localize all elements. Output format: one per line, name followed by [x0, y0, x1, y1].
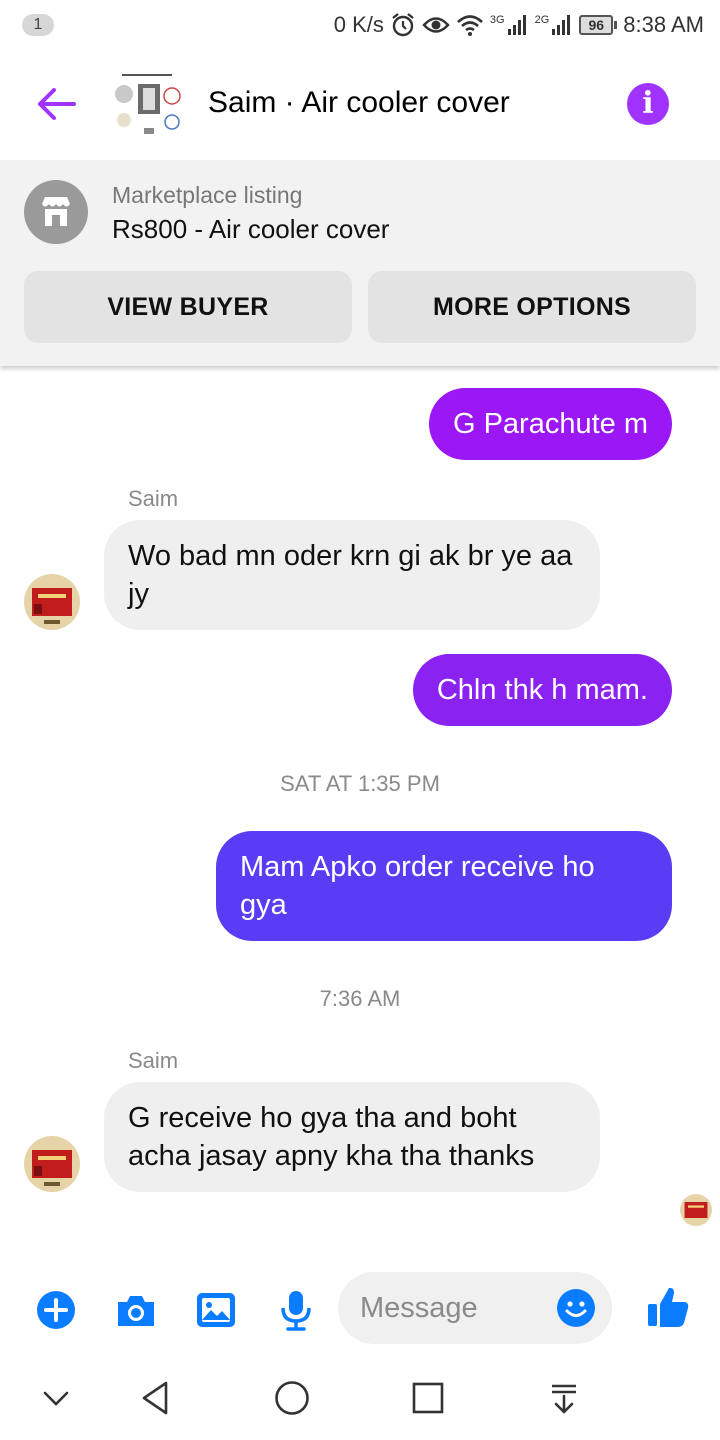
arrow-left-icon	[38, 88, 76, 120]
view-buyer-button[interactable]: VIEW BUYER	[24, 271, 352, 343]
conversation-header: Saim · Air cooler cover i	[0, 50, 720, 160]
back-button[interactable]	[34, 82, 78, 126]
message-incoming[interactable]: G receive ho gya tha and boht acha jasay…	[104, 1082, 600, 1192]
listing-thumbnail[interactable]	[108, 72, 184, 138]
camera-icon[interactable]	[114, 1288, 158, 1332]
message-composer	[0, 1260, 720, 1356]
clock: 8:38 AM	[623, 12, 704, 37]
back-icon[interactable]	[136, 1378, 176, 1418]
emoji-icon[interactable]	[556, 1288, 596, 1328]
recents-icon[interactable]	[408, 1378, 448, 1418]
battery-level: 96	[579, 15, 614, 35]
signal-2g-icon: 2G	[535, 14, 574, 36]
marketplace-listing-panel: Marketplace listing Rs800 - Air cooler c…	[0, 160, 720, 366]
info-icon: i	[642, 86, 654, 121]
time-separator: 7:36 AM	[319, 986, 401, 1011]
eye-icon	[422, 14, 450, 36]
status-icons: 0 K/s 3G 2G 96 8:38 AM	[334, 10, 704, 40]
message-incoming[interactable]: Wo bad mn oder krn gi ak br ye aa jy	[104, 520, 600, 630]
sender-name: Saim	[128, 1048, 179, 1073]
message-outgoing[interactable]: Chln thk h mam.	[412, 654, 672, 726]
notifications-pull-icon[interactable]	[544, 1378, 584, 1418]
info-button[interactable]: i	[627, 83, 669, 125]
collapse-icon[interactable]	[36, 1378, 76, 1418]
gallery-icon[interactable]	[194, 1288, 238, 1332]
message-outgoing[interactable]: G Parachute m	[428, 388, 672, 460]
alarm-icon	[390, 12, 416, 38]
message-input-container	[338, 1272, 612, 1344]
listing-label: Marketplace listing	[112, 182, 303, 208]
network-type-1: 3G	[489, 14, 505, 26]
conversation-title: Saim · Air cooler cover	[208, 86, 510, 119]
system-navigation-bar	[0, 1356, 720, 1440]
seen-indicator-avatar	[680, 1194, 712, 1226]
notification-count-badge: 1	[22, 14, 54, 36]
home-icon[interactable]	[272, 1378, 312, 1418]
battery-icon: 96	[579, 15, 618, 35]
network-type-2: 2G	[534, 14, 550, 26]
plus-icon[interactable]	[34, 1288, 78, 1332]
sender-name: Saim	[128, 486, 179, 511]
thumbs-up-icon[interactable]	[644, 1284, 692, 1332]
message-input[interactable]	[360, 1272, 550, 1344]
contact-avatar[interactable]	[24, 574, 80, 630]
listing-title: Rs800 - Air cooler cover	[112, 214, 390, 244]
store-icon	[24, 180, 88, 244]
status-bar: 1 0 K/s 3G 2G 96 8:38 AM	[0, 0, 720, 50]
message-outgoing[interactable]: Mam Apko order receive ho gya	[216, 831, 672, 941]
signal-3g-icon: 3G	[490, 14, 529, 36]
time-separator: SAT AT 1:35 PM	[280, 771, 440, 796]
net-speed: 0 K/s	[333, 12, 384, 37]
microphone-icon[interactable]	[274, 1288, 318, 1332]
contact-avatar[interactable]	[24, 1136, 80, 1192]
wifi-icon	[456, 13, 484, 37]
more-options-button[interactable]: MORE OPTIONS	[368, 271, 696, 343]
